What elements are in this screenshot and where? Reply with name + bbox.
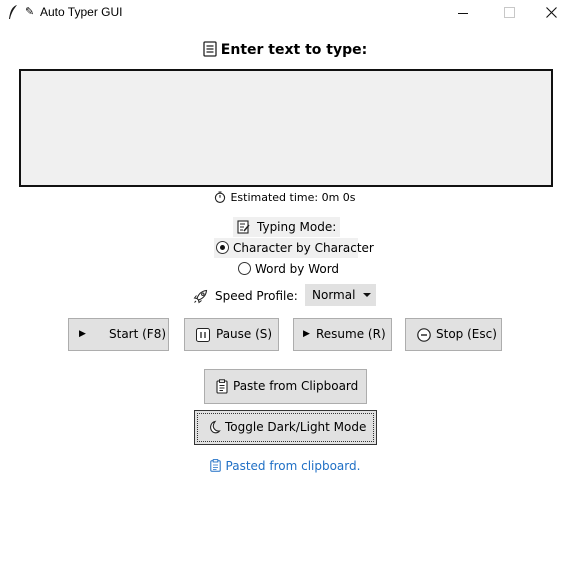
- text-heading: Enter text to type:: [0, 41, 570, 58]
- radio-button[interactable]: [238, 262, 251, 275]
- maximize-button[interactable]: [486, 0, 532, 26]
- speed-profile-text: Speed Profile:: [215, 289, 298, 303]
- resume-button[interactable]: ▶ Resume (R): [293, 318, 392, 351]
- minimize-button[interactable]: [440, 0, 486, 26]
- pause-label: Pause (S): [216, 327, 273, 341]
- memo-icon: [237, 220, 250, 234]
- clipboard-icon: [216, 379, 228, 394]
- paste-from-clipboard-button[interactable]: Paste from Clipboard: [204, 369, 367, 404]
- play-icon: ▶: [303, 329, 310, 339]
- estimated-time: Estimated time: 0m 0s: [0, 191, 570, 204]
- feather-icon: [9, 5, 17, 19]
- clipboard-icon: [209, 459, 221, 472]
- stop-label: Stop (Esc): [436, 327, 497, 341]
- toggle-theme-button[interactable]: Toggle Dark/Light Mode: [194, 410, 377, 445]
- resume-label: Resume (R): [316, 327, 386, 341]
- typing-mode-text: Typing Mode:: [257, 220, 337, 234]
- stop-button[interactable]: Stop (Esc): [405, 318, 502, 351]
- play-icon: ▶: [79, 329, 86, 339]
- document-icon: [203, 41, 217, 57]
- stop-icon: [417, 328, 431, 342]
- title-bar: ✎ Auto Typer GUI: [0, 0, 570, 26]
- paste-label: Paste from Clipboard: [233, 379, 359, 393]
- rocket-icon: [193, 289, 208, 304]
- stopwatch-icon: [215, 191, 226, 203]
- toggle-theme-label: Toggle Dark/Light Mode: [225, 420, 367, 434]
- chevron-down-icon: [363, 293, 371, 297]
- window-title: Auto Typer GUI: [40, 5, 123, 19]
- close-button[interactable]: [530, 0, 570, 26]
- dropdown-value: Normal: [312, 288, 356, 302]
- status-message: Pasted from clipboard.: [0, 459, 570, 473]
- radio-button-selected[interactable]: [216, 241, 229, 254]
- close-icon: [546, 7, 557, 18]
- speed-profile-dropdown[interactable]: Normal: [305, 284, 376, 306]
- typing-mode-label: Typing Mode:: [233, 217, 340, 237]
- radio-label: Character by Character: [233, 241, 374, 255]
- pause-icon: [196, 328, 210, 342]
- start-label: Start (F8): [109, 327, 167, 341]
- status-text: Pasted from clipboard.: [225, 459, 361, 473]
- radio-word-by-word[interactable]: Word by Word: [236, 259, 340, 279]
- radio-label: Word by Word: [255, 262, 340, 276]
- estimated-time-text: Estimated time: 0m 0s: [230, 191, 356, 204]
- text-input[interactable]: [19, 69, 553, 187]
- pause-button[interactable]: Pause (S): [184, 318, 279, 351]
- start-button[interactable]: ▶ Start (F8): [68, 318, 169, 351]
- heading-label: Enter text to type:: [220, 42, 368, 58]
- moon-icon: [210, 420, 221, 434]
- radio-character-by-character[interactable]: Character by Character: [214, 238, 374, 258]
- title-glyph-icon: ✎: [25, 5, 35, 18]
